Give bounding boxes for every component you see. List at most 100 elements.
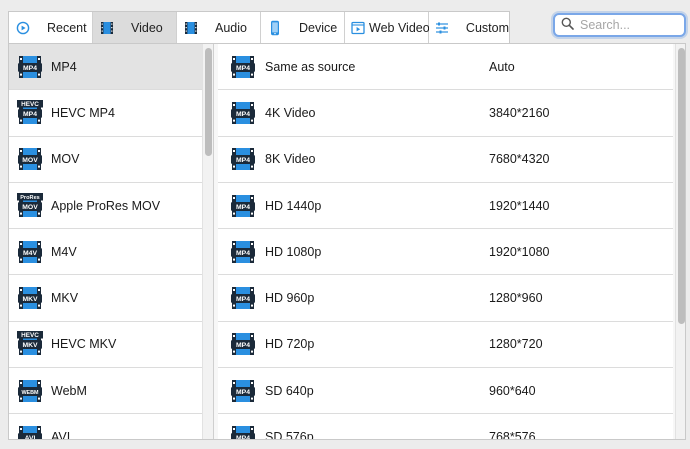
format-label: Apple ProRes MOV (51, 198, 161, 213)
format-toolbar: Recent Video Audio Device Web Video Cust… (0, 0, 690, 44)
quality-name: HD 720p (265, 337, 315, 352)
svg-text:MP4: MP4 (236, 389, 250, 396)
svg-text:M4V: M4V (23, 250, 37, 257)
svg-text:HEVC: HEVC (21, 332, 39, 339)
quality-item[interactable]: MP4 8K Video 7680*4320 (218, 136, 673, 183)
scrollbar-thumb[interactable] (678, 48, 685, 324)
quality-list: MP4 Same as source Auto MP4 4K Video 3840*216… (214, 44, 685, 440)
format-label: WebM (51, 383, 87, 398)
format-item[interactable]: MP4 MP4 (9, 44, 202, 91)
tab-device[interactable]: Device (261, 12, 345, 43)
svg-text:MP4: MP4 (236, 65, 250, 72)
tab-label: Audio (215, 20, 247, 35)
format-item[interactable]: MOV MOV (9, 136, 202, 183)
svg-text:MP4: MP4 (236, 111, 250, 118)
quality-resolution: 1280*960 (489, 291, 543, 306)
quality-item[interactable]: MP4 Same as source Auto (218, 44, 673, 91)
film-icon (183, 20, 199, 36)
search-box[interactable] (553, 13, 686, 37)
quality-item[interactable]: MP4 HD 1440p 1920*1440 (218, 182, 673, 230)
svg-text:MP4: MP4 (236, 204, 250, 211)
avi-file-icon: AVI (18, 426, 42, 440)
tab-label: Device (299, 20, 338, 35)
mp4-file-icon: MP4 (231, 148, 255, 171)
quality-item[interactable]: MP4 4K Video 3840*2160 (218, 90, 673, 137)
format-label: AVI (51, 430, 71, 440)
format-label: MP4 (51, 59, 77, 74)
format-panel: MP4 MP4 MP4 HEVC HEVC MP4 MOV MOV MOV ProRes Appl… (8, 43, 686, 440)
format-list-scrollbar[interactable] (202, 44, 213, 439)
svg-text:MP4: MP4 (236, 296, 250, 303)
tab-custom[interactable]: Custom (429, 12, 509, 43)
quality-item[interactable]: MP4 SD 640p 960*640 (218, 368, 673, 415)
mp4-file-icon: MP4 (231, 55, 255, 78)
quality-name: Same as source (265, 59, 356, 74)
quality-name: HD 1440p (265, 198, 322, 213)
quality-resolution: 3840*2160 (489, 105, 550, 120)
quality-item[interactable]: MP4 HD 960p 1280*960 (218, 275, 673, 322)
svg-text:MP4: MP4 (236, 435, 250, 440)
svg-text:MP4: MP4 (236, 157, 250, 164)
film-icon (99, 20, 115, 36)
svg-text:AVI: AVI (25, 435, 36, 440)
quality-name: SD 576p (265, 430, 314, 440)
svg-text:MOV: MOV (22, 204, 38, 211)
category-tabs: Recent Video Audio Device Web Video Cust… (8, 11, 510, 43)
quality-name: HD 1080p (265, 244, 322, 259)
quality-resolution: 768*576 (489, 430, 536, 440)
quality-resolution: 1920*1080 (489, 244, 550, 259)
webm-file-icon: WEBM (18, 379, 42, 402)
format-list: MP4 MP4 MP4 HEVC HEVC MP4 MOV MOV MOV ProRes Appl… (9, 44, 214, 440)
m4v-file-icon: M4V (18, 240, 42, 263)
phone-icon (267, 20, 283, 36)
tab-label: Custom (465, 20, 509, 35)
quality-list-scrollbar[interactable] (675, 44, 685, 439)
mov-file-icon: MOV (18, 148, 42, 171)
web-video-icon (351, 20, 365, 36)
scrollbar-thumb[interactable] (205, 48, 212, 156)
search-icon (561, 17, 574, 33)
search-input[interactable] (580, 18, 680, 32)
tab-recent[interactable]: Recent (9, 12, 93, 43)
format-label: MOV (51, 152, 80, 167)
quality-resolution: 1920*1440 (489, 198, 550, 213)
svg-text:MKV: MKV (22, 343, 38, 350)
svg-text:MP4: MP4 (23, 65, 37, 72)
mp4-file-icon: MP4 (231, 101, 255, 124)
format-item[interactable]: MOV ProRes Apple ProRes MOV (9, 182, 202, 230)
format-label: HEVC MP4 (51, 105, 115, 120)
mp4-file-icon: MP4 (18, 55, 42, 78)
svg-text:MP4: MP4 (236, 343, 250, 350)
format-label: M4V (51, 244, 77, 259)
tab-label: Video (131, 20, 163, 35)
format-item[interactable]: M4V M4V (9, 229, 202, 276)
format-label: MKV (51, 291, 79, 306)
svg-text:MKV: MKV (22, 296, 38, 303)
format-item[interactable]: AVI AVI (9, 414, 202, 440)
quality-resolution: Auto (489, 59, 515, 74)
svg-text:ProRes: ProRes (20, 195, 40, 201)
quality-resolution: 1280*720 (489, 337, 543, 352)
format-item[interactable]: WEBM WebM (9, 368, 202, 415)
format-item[interactable]: MKV HEVC HEVC MKV (9, 321, 202, 369)
quality-item[interactable]: MP4 HD 1080p 1920*1080 (218, 229, 673, 276)
format-item[interactable]: MP4 HEVC HEVC MP4 (9, 90, 202, 137)
tab-label: Recent (47, 20, 87, 35)
tab-video[interactable]: Video (93, 12, 177, 43)
mov-file-icon: MOV ProRes (17, 192, 43, 217)
tab-web-video[interactable]: Web Video (345, 12, 430, 43)
svg-text:MP4: MP4 (23, 111, 37, 118)
quality-item[interactable]: MP4 HD 720p 1280*720 (218, 321, 673, 369)
mp4-file-icon: MP4 (231, 426, 255, 440)
mp4-file-icon: MP4 (231, 379, 255, 402)
mkv-file-icon: MKV HEVC (17, 331, 43, 356)
mp4-file-icon: MP4 HEVC (17, 99, 43, 124)
tab-label: Web Video (369, 20, 430, 35)
quality-resolution: 7680*4320 (489, 152, 550, 167)
mp4-file-icon: MP4 (231, 194, 255, 217)
format-item[interactable]: MKV MKV (9, 275, 202, 322)
svg-text:MP4: MP4 (236, 250, 250, 257)
sliders-icon (435, 20, 450, 36)
tab-audio[interactable]: Audio (177, 12, 261, 43)
quality-item[interactable]: MP4 SD 576p 768*576 (218, 414, 673, 440)
